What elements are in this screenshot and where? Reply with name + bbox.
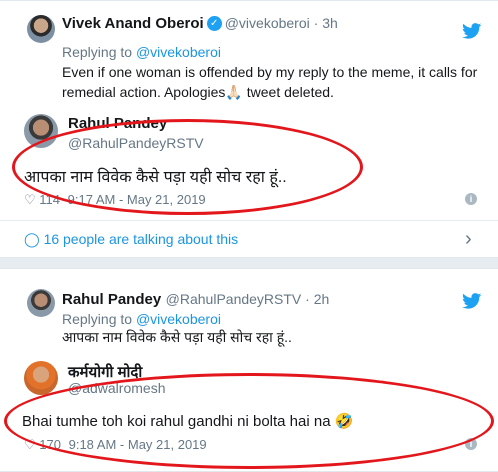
comment-bubble-icon: ◯ [24,231,40,247]
replying-to: Replying to @vivekoberoi [62,311,221,327]
author-name[interactable]: Rahul Pandey [62,291,161,308]
twitter-bird-icon[interactable] [462,293,482,309]
avatar-rahul[interactable] [27,289,55,317]
tweet-header: Rahul Pandey @RahulPandeyRSTV · 2h [62,291,330,308]
avatar-vivek[interactable] [27,15,55,43]
timestamp[interactable]: 9:18 AM - May 21, 2019 [69,437,207,452]
quoted-tweet-text: Bhai tumhe toh koi rahul gandhi ni bolta… [22,413,354,430]
heart-icon[interactable]: ♡ [24,437,36,452]
divider [0,220,498,221]
quoted-tweet-footer: ♡ 170 9:18 AM - May 21, 2019 [24,437,207,453]
tweet-header: Vivek Anand Oberoi ✓ @vivekoberoi · 3h [62,15,338,32]
replying-to-link[interactable]: @vivekoberoi [136,44,221,60]
quoted-author-handle[interactable]: @RahulPandeyRSTV [68,135,204,151]
tweet-time[interactable]: 2h [314,291,330,307]
tweet-card-vivek: Vivek Anand Oberoi ✓ @vivekoberoi · 3h Rep… [0,0,498,258]
like-count: 114 [39,192,61,207]
twitter-bird-icon[interactable] [462,23,482,39]
replying-to: Replying to @vivekoberoi [62,44,221,60]
tweet-card-rahul: Rahul Pandey @RahulPandeyRSTV · 2h Reply… [0,268,498,472]
talking-about-row[interactable]: ◯ 16 people are talking about this [24,231,238,248]
heart-icon[interactable]: ♡ [24,192,36,207]
chevron-right-icon[interactable]: › [465,228,472,251]
replying-to-link[interactable]: @vivekoberoi [136,311,221,327]
timestamp[interactable]: 9:17 AM - May 21, 2019 [68,192,206,207]
tweet-text: Even if one woman is offended by my repl… [62,64,478,100]
avatar-rahul[interactable] [24,114,58,148]
info-icon[interactable]: i [465,193,477,205]
quoted-tweet-text: आपका नाम विवेक कैसे पड़ा यही सोच रहा हूं… [24,169,287,186]
talking-about-link[interactable]: 16 people are talking about this [44,231,239,247]
quoted-author-handle[interactable]: @adwalromesh [68,380,165,396]
verified-badge-icon: ✓ [206,16,222,32]
quoted-tweet-footer: ♡ 114 9:17 AM - May 21, 2019 [24,192,206,208]
like-count: 170 [39,437,61,452]
info-icon[interactable]: i [465,438,477,450]
author-name[interactable]: Vivek Anand Oberoi [62,15,204,32]
quoted-author-name[interactable]: Rahul Pandey [68,115,167,132]
quoted-author-name[interactable]: कर्मयोगी मोदी [68,362,142,382]
avatar-karmayogi[interactable] [24,361,58,395]
tweet-time[interactable]: 3h [322,15,338,31]
author-handle[interactable]: @vivekoberoi [225,15,310,31]
author-handle[interactable]: @RahulPandeyRSTV [166,291,302,307]
tweet-text: आपका नाम विवेक कैसे पड़ा यही सोच रहा हूं… [62,329,292,345]
